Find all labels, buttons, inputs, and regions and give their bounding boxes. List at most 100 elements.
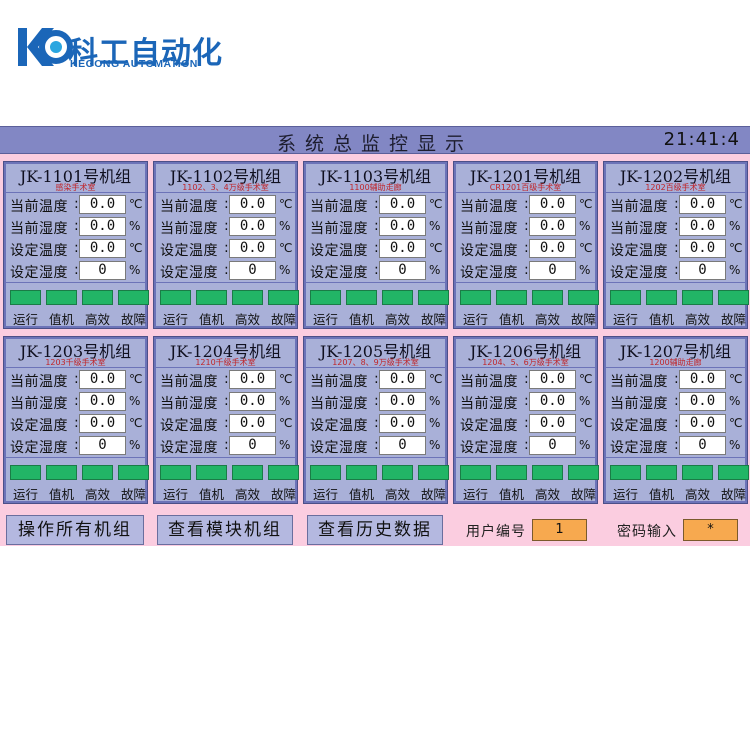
reading-value[interactable]: 0.0 bbox=[229, 370, 276, 389]
reading-value[interactable]: 0.0 bbox=[529, 414, 576, 433]
status-label-running: 运行 bbox=[12, 312, 38, 327]
reading-value[interactable]: 0.0 bbox=[79, 392, 126, 411]
reading-row-current-humidity: 当前湿度:0.0% bbox=[156, 391, 295, 413]
reading-unit: ℃ bbox=[129, 372, 143, 386]
reading-value[interactable]: 0.0 bbox=[79, 239, 126, 258]
reading-unit: % bbox=[729, 263, 741, 277]
unit-card: JK-1207号机组 1200辅助走廊 当前温度:0.0 ℃ 当前湿度:0.0% 设定温度… bbox=[603, 336, 749, 504]
status-label-fault: 故障 bbox=[270, 312, 296, 327]
reading-value[interactable]: 0 bbox=[229, 436, 276, 455]
reading-row-current-humidity: 当前湿度:0.0% bbox=[456, 391, 595, 413]
password-field[interactable]: * bbox=[683, 519, 738, 541]
reading-value[interactable]: 0.0 bbox=[379, 392, 426, 411]
reading-colon: : bbox=[224, 415, 229, 431]
reading-value[interactable]: 0.0 bbox=[79, 414, 126, 433]
status-lamp-fault bbox=[118, 465, 149, 480]
reading-value[interactable]: 0.0 bbox=[679, 392, 726, 411]
reading-row-current-temp: 当前温度:0.0 ℃ bbox=[156, 369, 295, 391]
unit-location: 1100辅助走廊 bbox=[349, 183, 402, 192]
reading-value[interactable]: 0 bbox=[379, 261, 426, 280]
unit-location: 1200辅助走廊 bbox=[649, 358, 702, 367]
reading-value[interactable]: 0 bbox=[79, 436, 126, 455]
reading-value[interactable]: 0 bbox=[79, 261, 126, 280]
reading-value[interactable]: 0.0 bbox=[679, 239, 726, 258]
reading-value[interactable]: 0 bbox=[529, 436, 576, 455]
status-lamp-efficient bbox=[382, 465, 413, 480]
reading-colon: : bbox=[674, 218, 679, 234]
reading-row-current-temp: 当前温度:0.0 ℃ bbox=[306, 369, 445, 391]
user-id-field[interactable]: 1 bbox=[532, 519, 587, 541]
reading-label: 当前湿度 bbox=[10, 221, 68, 237]
reading-row-current-humidity: 当前湿度:0.0% bbox=[306, 216, 445, 238]
status-lamp-fault bbox=[718, 465, 749, 480]
reading-label: 当前湿度 bbox=[460, 396, 518, 412]
unit-card-header: JK-1207号机组 1200辅助走廊 bbox=[606, 339, 745, 367]
unit-status-area: 运行 值机 高效 故障 bbox=[156, 283, 299, 327]
status-label-running: 运行 bbox=[462, 487, 488, 502]
reading-value[interactable]: 0.0 bbox=[529, 239, 576, 258]
reading-value[interactable]: 0.0 bbox=[379, 239, 426, 258]
reading-value[interactable]: 0.0 bbox=[529, 217, 576, 236]
unit-location: 感染手术室 bbox=[55, 183, 96, 192]
reading-value[interactable]: 0.0 bbox=[679, 414, 726, 433]
unit-card-header: JK-1103号机组 1100辅助走廊 bbox=[306, 164, 445, 192]
reading-row-current-temp: 当前温度:0.0 ℃ bbox=[606, 194, 745, 216]
status-lamp-running bbox=[460, 290, 491, 305]
status-label-on-duty: 值机 bbox=[348, 487, 374, 502]
status-label-on-duty: 值机 bbox=[498, 487, 524, 502]
reading-value[interactable]: 0.0 bbox=[529, 195, 576, 214]
reading-value[interactable]: 0 bbox=[679, 261, 726, 280]
reading-value[interactable]: 0 bbox=[229, 261, 276, 280]
reading-colon: : bbox=[674, 240, 679, 256]
reading-value[interactable]: 0 bbox=[529, 261, 576, 280]
reading-label: 设定温度 bbox=[310, 243, 368, 259]
reading-value[interactable]: 0.0 bbox=[229, 217, 276, 236]
reading-value[interactable]: 0 bbox=[679, 436, 726, 455]
reading-value[interactable]: 0.0 bbox=[679, 217, 726, 236]
reading-label: 当前湿度 bbox=[310, 221, 368, 237]
status-lamp-fault bbox=[418, 290, 449, 305]
view-history-data-button[interactable]: 查看历史数据 bbox=[307, 515, 443, 545]
status-lamp-fault bbox=[268, 290, 299, 305]
operate-all-units-button[interactable]: 操作所有机组 bbox=[6, 515, 144, 545]
reading-value[interactable]: 0.0 bbox=[379, 217, 426, 236]
reading-value[interactable]: 0.0 bbox=[379, 195, 426, 214]
clock-display: 21:41:4 bbox=[663, 129, 740, 150]
reading-value[interactable]: 0.0 bbox=[79, 217, 126, 236]
status-lamp-efficient bbox=[82, 465, 113, 480]
reading-value[interactable]: 0.0 bbox=[229, 239, 276, 258]
status-label-efficient: 高效 bbox=[234, 312, 260, 327]
status-label-running: 运行 bbox=[312, 487, 338, 502]
reading-value[interactable]: 0.0 bbox=[379, 370, 426, 389]
reading-label: 当前温度 bbox=[610, 374, 668, 390]
reading-value[interactable]: 0.0 bbox=[229, 195, 276, 214]
reading-row-current-humidity: 当前湿度:0.0% bbox=[306, 391, 445, 413]
unit-readings: 当前温度:0.0 ℃ 当前湿度:0.0% 设定温度:0.0 ℃ 设定湿度:0% bbox=[606, 193, 745, 282]
reading-value[interactable]: 0.0 bbox=[79, 195, 126, 214]
status-lamp-running bbox=[10, 290, 41, 305]
reading-value[interactable]: 0 bbox=[379, 436, 426, 455]
reading-label: 设定温度 bbox=[310, 418, 368, 434]
reading-value[interactable]: 0.0 bbox=[679, 195, 726, 214]
reading-value[interactable]: 0.0 bbox=[379, 414, 426, 433]
status-label-running: 运行 bbox=[612, 312, 638, 327]
reading-colon: : bbox=[74, 415, 79, 431]
status-lamp-fault bbox=[568, 290, 599, 305]
reading-label: 设定湿度 bbox=[610, 440, 668, 456]
reading-value[interactable]: 0.0 bbox=[529, 370, 576, 389]
unit-status-area: 运行 值机 高效 故障 bbox=[156, 458, 299, 502]
reading-value[interactable]: 0.0 bbox=[79, 370, 126, 389]
view-module-units-button[interactable]: 查看模块机组 bbox=[157, 515, 293, 545]
unit-location: 1203千级手术室 bbox=[45, 358, 106, 367]
reading-value[interactable]: 0.0 bbox=[229, 392, 276, 411]
unit-card-header: JK-1101号机组 感染手术室 bbox=[6, 164, 145, 192]
reading-colon: : bbox=[674, 196, 679, 212]
unit-card-header: JK-1202号机组 1202百级手术室 bbox=[606, 164, 745, 192]
reading-value[interactable]: 0.0 bbox=[679, 370, 726, 389]
status-lamp-running bbox=[160, 465, 191, 480]
status-lamp-efficient bbox=[232, 465, 263, 480]
reading-label: 设定湿度 bbox=[160, 440, 218, 456]
reading-value[interactable]: 0.0 bbox=[529, 392, 576, 411]
reading-value[interactable]: 0.0 bbox=[229, 414, 276, 433]
reading-unit: % bbox=[579, 394, 591, 408]
